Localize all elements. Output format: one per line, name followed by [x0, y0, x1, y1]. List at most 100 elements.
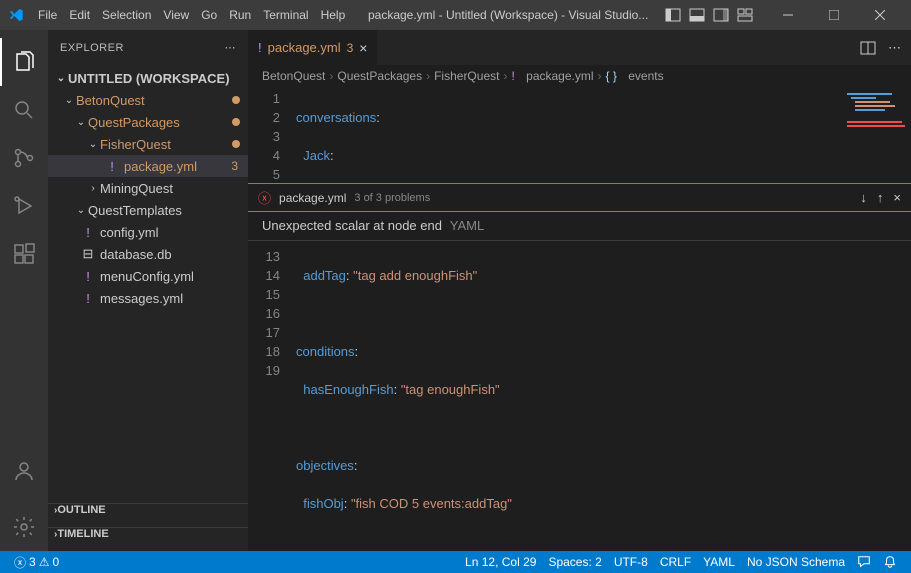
- yaml-icon: !: [80, 291, 96, 306]
- file-menuconfig-yml[interactable]: !menuConfig.yml: [48, 265, 248, 287]
- menu-run[interactable]: Run: [223, 8, 257, 22]
- layout-controls: [665, 7, 753, 23]
- panel-left-icon[interactable]: [665, 7, 681, 23]
- folder-questpackages[interactable]: ⌄QuestPackages: [48, 111, 248, 133]
- next-problem-icon[interactable]: ↓: [860, 190, 867, 205]
- status-schema[interactable]: No JSON Schema: [741, 555, 851, 569]
- problems-panel: ⓧ package.yml 3 of 3 problems ↓ ↑ × Unex…: [248, 183, 911, 551]
- workspace-root[interactable]: ⌄UNTITLED (WORKSPACE): [48, 67, 248, 89]
- crumb[interactable]: package.yml: [526, 69, 593, 83]
- menu-edit[interactable]: Edit: [63, 8, 96, 22]
- menu-go[interactable]: Go: [195, 8, 223, 22]
- problems-file: package.yml: [279, 191, 346, 205]
- crumb[interactable]: QuestPackages: [337, 69, 422, 83]
- status-spaces[interactable]: Spaces: 2: [542, 555, 607, 569]
- vscode-logo-icon: [8, 7, 24, 23]
- editor-area: ! package.yml 3 × ⋯ BetonQuest› QuestPac…: [248, 30, 911, 551]
- editor-bottom[interactable]: 13141516171819 addTag: "tag add enoughFi…: [248, 241, 911, 551]
- split-editor-icon[interactable]: [860, 40, 876, 56]
- menu-bar: File Edit Selection View Go Run Terminal…: [32, 8, 351, 22]
- tab-error-badge: 3: [347, 41, 354, 55]
- db-icon: ⊟: [80, 246, 96, 262]
- problems-count: 3 of 3 problems: [354, 192, 430, 204]
- debug-icon[interactable]: [0, 182, 48, 230]
- modified-dot-icon: [232, 118, 240, 126]
- warning-icon: ⚠: [39, 555, 50, 569]
- folder-betonquest[interactable]: ⌄BetonQuest: [48, 89, 248, 111]
- error-icon: ⓧ: [258, 188, 271, 207]
- maximize-button[interactable]: [811, 0, 857, 30]
- error-count-badge: 3: [231, 159, 238, 173]
- editor-top[interactable]: 123456789101112 conversations: Jack: que…: [248, 87, 911, 183]
- problems-header: ⓧ package.yml 3 of 3 problems ↓ ↑ ×: [248, 184, 911, 212]
- menu-view[interactable]: View: [157, 8, 195, 22]
- line-gutter: 123456789101112: [248, 87, 296, 183]
- timeline-section[interactable]: ›TIMELINE: [48, 527, 248, 551]
- tab-package-yml[interactable]: ! package.yml 3 ×: [248, 30, 378, 65]
- status-language[interactable]: YAML: [697, 555, 741, 569]
- tab-more-icon[interactable]: ⋯: [888, 40, 901, 56]
- folder-fisherquest[interactable]: ⌄FisherQuest: [48, 133, 248, 155]
- problem-message[interactable]: Unexpected scalar at node end YAML: [248, 212, 911, 241]
- sidebar: EXPLORER ⋯ ⌄UNTITLED (WORKSPACE) ⌄BetonQ…: [48, 30, 248, 551]
- crumb[interactable]: events: [628, 69, 663, 83]
- file-config-yml[interactable]: !config.yml: [48, 221, 248, 243]
- window-title: package.yml - Untitled (Workspace) - Vis…: [351, 8, 665, 22]
- yaml-icon: !: [80, 269, 96, 284]
- bell-icon[interactable]: [877, 555, 903, 569]
- prev-problem-icon[interactable]: ↑: [877, 190, 884, 205]
- braces-icon: { }: [606, 69, 617, 83]
- settings-icon[interactable]: [0, 503, 48, 551]
- status-encoding[interactable]: UTF-8: [608, 555, 654, 569]
- file-database-db[interactable]: ⊟database.db: [48, 243, 248, 265]
- explorer-header: EXPLORER ⋯: [48, 30, 248, 65]
- code-content[interactable]: addTag: "tag add enoughFish" conditions:…: [296, 245, 911, 551]
- menu-selection[interactable]: Selection: [96, 8, 157, 22]
- search-icon[interactable]: [0, 86, 48, 134]
- file-messages-yml[interactable]: !messages.yml: [48, 287, 248, 309]
- error-icon: ⓧ: [14, 554, 26, 571]
- close-button[interactable]: [857, 0, 903, 30]
- status-eol[interactable]: CRLF: [654, 555, 697, 569]
- menu-file[interactable]: File: [32, 8, 63, 22]
- status-errors[interactable]: ⓧ3 ⚠0: [8, 554, 65, 571]
- crumb[interactable]: FisherQuest: [434, 69, 499, 83]
- modified-dot-icon: [232, 96, 240, 104]
- folder-questtemplates[interactable]: ⌄QuestTemplates: [48, 199, 248, 221]
- breadcrumbs[interactable]: BetonQuest› QuestPackages› FisherQuest› …: [248, 65, 911, 87]
- tab-label: package.yml: [268, 40, 341, 55]
- file-package-yml[interactable]: !package.yml3: [48, 155, 248, 177]
- minimap[interactable]: [831, 87, 911, 183]
- layout-icon[interactable]: [737, 7, 753, 23]
- outline-section[interactable]: ›OUTLINE: [48, 503, 248, 527]
- yaml-icon: !: [511, 69, 514, 83]
- panel-right-icon[interactable]: [713, 7, 729, 23]
- folder-miningquest[interactable]: ›MiningQuest: [48, 177, 248, 199]
- status-lncol[interactable]: Ln 12, Col 29: [459, 555, 542, 569]
- minimize-button[interactable]: [765, 0, 811, 30]
- source-control-icon[interactable]: [0, 134, 48, 182]
- extensions-icon[interactable]: [0, 230, 48, 278]
- status-bar: ⓧ3 ⚠0 Ln 12, Col 29 Spaces: 2 UTF-8 CRLF…: [0, 551, 911, 573]
- crumb[interactable]: BetonQuest: [262, 69, 325, 83]
- code-content[interactable]: conversations: Jack: quester: "Jack" fir…: [296, 87, 831, 183]
- yaml-icon: !: [80, 225, 96, 240]
- titlebar: File Edit Selection View Go Run Terminal…: [0, 0, 911, 30]
- window-controls: [765, 0, 903, 30]
- explorer-more-icon[interactable]: ⋯: [225, 41, 237, 54]
- tab-bar: ! package.yml 3 × ⋯: [248, 30, 911, 65]
- feedback-icon[interactable]: [851, 555, 877, 569]
- activity-bar: [0, 30, 48, 551]
- panel-bottom-icon[interactable]: [689, 7, 705, 23]
- explorer-icon[interactable]: [0, 38, 48, 86]
- yaml-icon: !: [104, 159, 120, 174]
- line-gutter: 13141516171819: [248, 245, 296, 551]
- yaml-icon: !: [258, 40, 262, 55]
- close-problems-icon[interactable]: ×: [893, 190, 901, 205]
- modified-dot-icon: [232, 140, 240, 148]
- account-icon[interactable]: [0, 447, 48, 495]
- tab-close-icon[interactable]: ×: [359, 40, 367, 56]
- menu-help[interactable]: Help: [315, 8, 352, 22]
- explorer-title: EXPLORER: [60, 42, 124, 54]
- menu-terminal[interactable]: Terminal: [257, 8, 314, 22]
